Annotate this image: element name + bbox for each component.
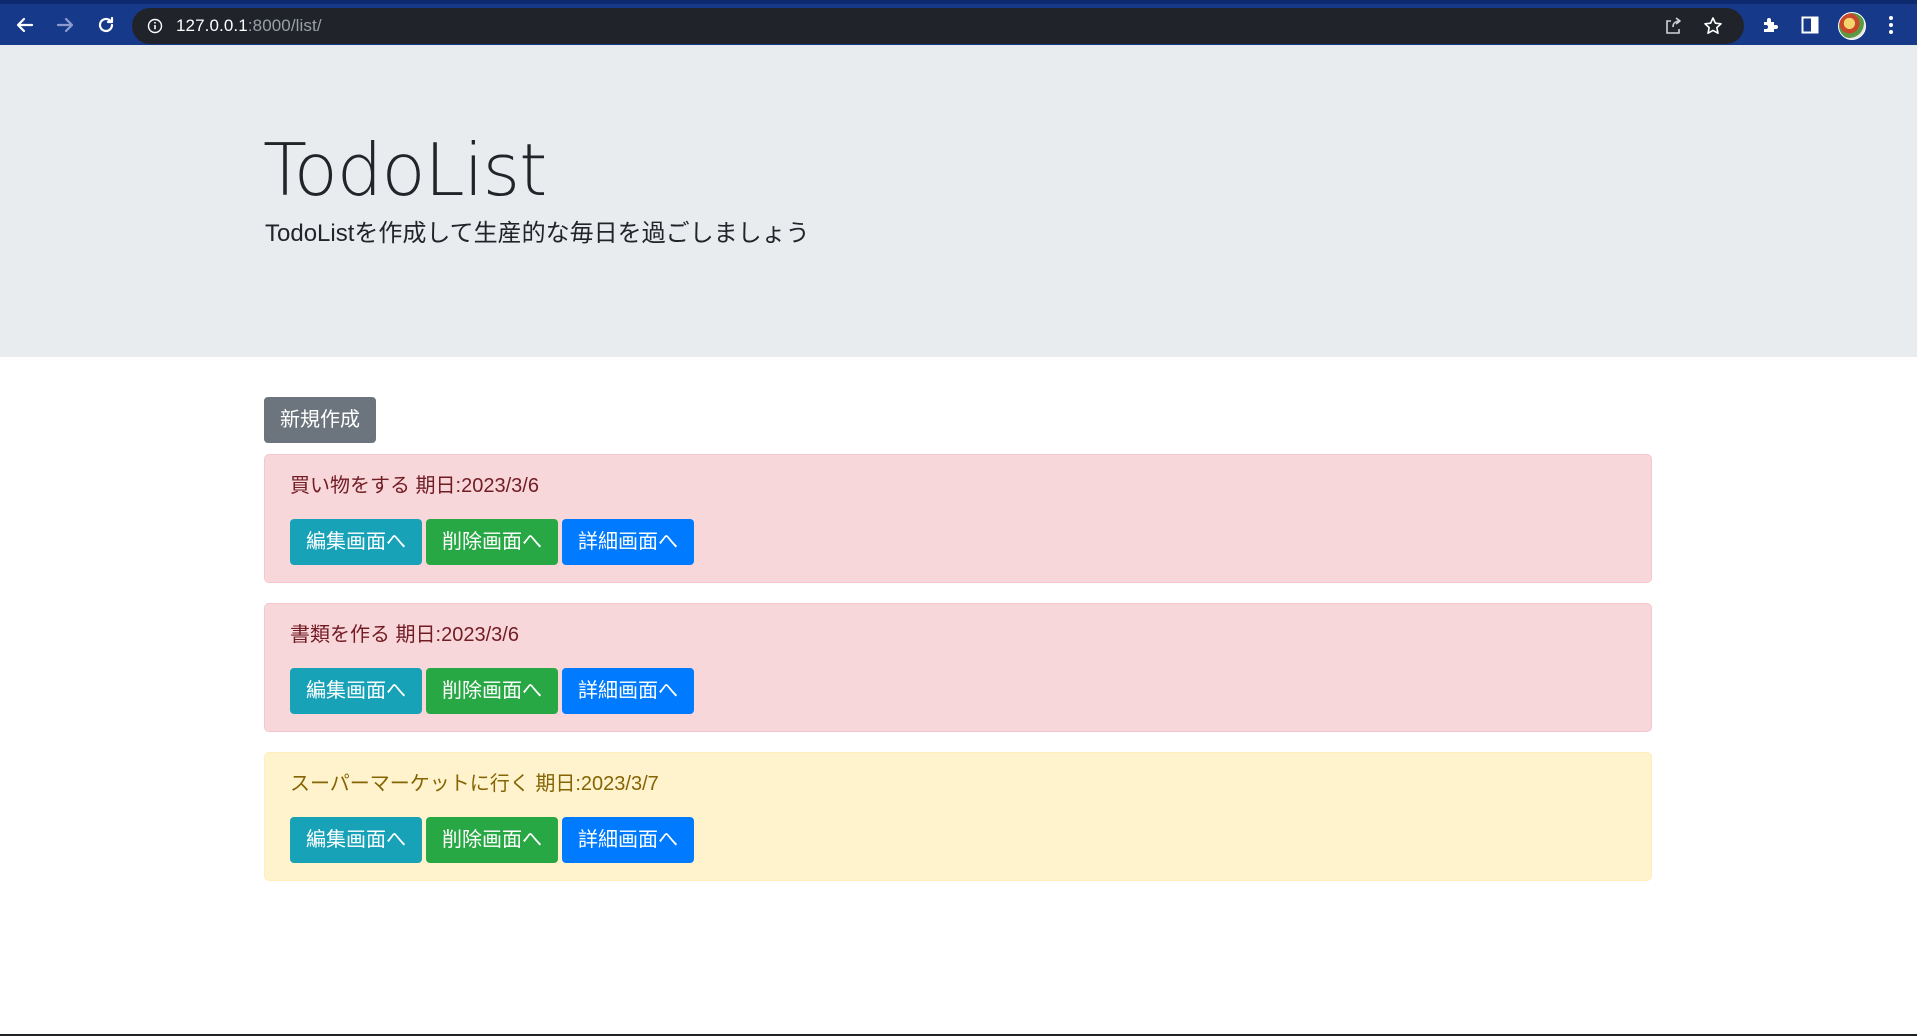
url-path: :8000/list/ bbox=[247, 16, 322, 35]
edit-button[interactable]: 編集画面へ bbox=[290, 519, 422, 565]
share-icon[interactable] bbox=[1662, 15, 1684, 37]
browser-toolbar: 127.0.0.1:8000/list/ bbox=[0, 0, 1917, 45]
todo-actions: 編集画面へ 削除画面へ 詳細画面へ bbox=[290, 668, 694, 714]
todo-container: 新規作成 買い物をする 期日:2023/3/6 編集画面へ 削除画面へ 詳細画面へ … bbox=[264, 397, 1652, 881]
todo-actions: 編集画面へ 削除画面へ 詳細画面へ bbox=[290, 519, 694, 565]
extensions-icon[interactable] bbox=[1755, 10, 1785, 40]
profile-avatar[interactable] bbox=[1838, 12, 1866, 40]
url-text[interactable]: 127.0.0.1:8000/list/ bbox=[176, 16, 322, 36]
bookmark-star-icon[interactable] bbox=[1702, 15, 1724, 37]
back-icon[interactable] bbox=[8, 8, 42, 42]
forward-icon[interactable] bbox=[48, 8, 82, 42]
edit-button[interactable]: 編集画面へ bbox=[290, 817, 422, 863]
side-panel-icon[interactable] bbox=[1795, 10, 1825, 40]
todo-text: 買い物をする 期日:2023/3/6 bbox=[290, 475, 539, 497]
delete-button[interactable]: 削除画面へ bbox=[426, 817, 558, 863]
edit-button[interactable]: 編集画面へ bbox=[290, 668, 422, 714]
todo-actions: 編集画面へ 削除画面へ 詳細画面へ bbox=[290, 817, 694, 863]
delete-button[interactable]: 削除画面へ bbox=[426, 519, 558, 565]
page-title: TodoList bbox=[263, 128, 547, 212]
todo-item: 買い物をする 期日:2023/3/6 編集画面へ 削除画面へ 詳細画面へ bbox=[264, 454, 1652, 583]
more-menu-icon[interactable] bbox=[1876, 10, 1906, 40]
detail-button[interactable]: 詳細画面へ bbox=[562, 668, 694, 714]
page-lead: TodoListを作成して生産的な毎日を過ごしましょう bbox=[265, 220, 810, 247]
todo-item: スーパーマーケットに行く 期日:2023/3/7 編集画面へ 削除画面へ 詳細画面へ bbox=[264, 752, 1652, 881]
new-todo-button[interactable]: 新規作成 bbox=[264, 397, 376, 443]
detail-button[interactable]: 詳細画面へ bbox=[562, 817, 694, 863]
jumbotron: TodoList TodoListを作成して生産的な毎日を過ごしましょう bbox=[0, 45, 1917, 357]
address-bar[interactable]: 127.0.0.1:8000/list/ bbox=[132, 8, 1744, 44]
reload-icon[interactable] bbox=[89, 8, 123, 42]
todo-text: スーパーマーケットに行く 期日:2023/3/7 bbox=[290, 773, 659, 795]
delete-button[interactable]: 削除画面へ bbox=[426, 668, 558, 714]
detail-button[interactable]: 詳細画面へ bbox=[562, 519, 694, 565]
site-info-icon[interactable] bbox=[146, 17, 164, 35]
todo-item: 書類を作る 期日:2023/3/6 編集画面へ 削除画面へ 詳細画面へ bbox=[264, 603, 1652, 732]
url-host: 127.0.0.1 bbox=[176, 16, 248, 35]
todo-text: 書類を作る 期日:2023/3/6 bbox=[290, 624, 519, 646]
